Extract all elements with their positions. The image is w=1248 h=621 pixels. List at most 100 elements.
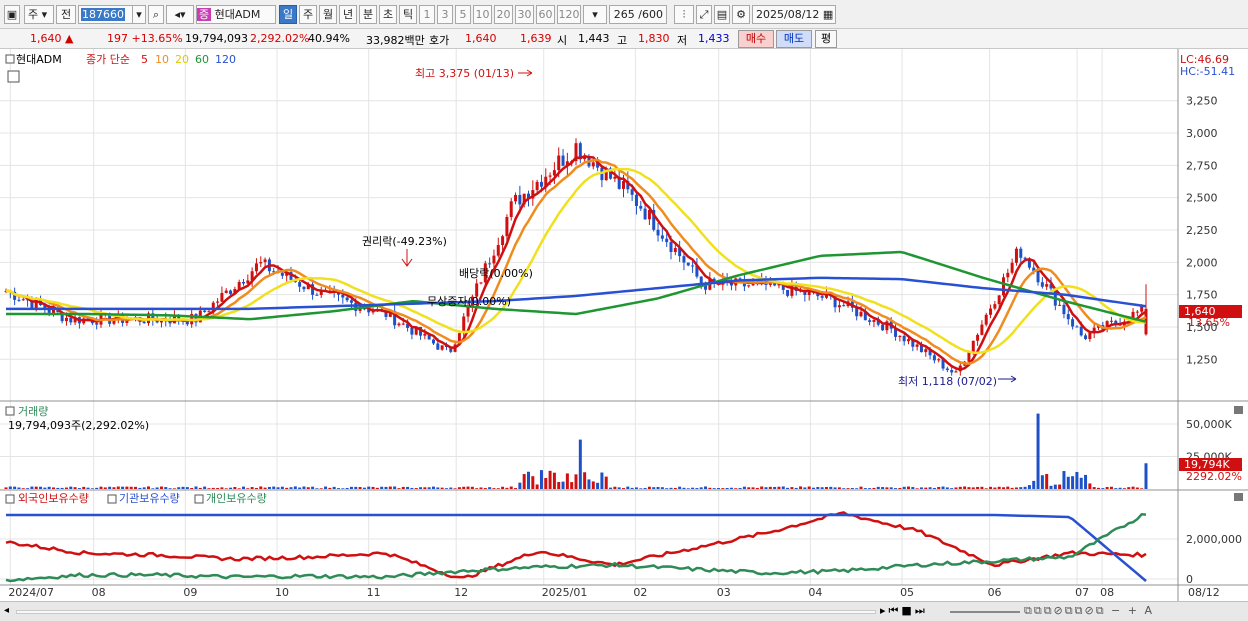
volume-bar [945,487,949,489]
x-tick-label: 04 [808,586,822,599]
volume-bar [863,488,867,489]
candle-body [501,236,505,246]
period-week-tab[interactable]: 주 [299,5,317,24]
volume-bar [384,486,388,489]
volume-bar [237,488,241,489]
open-price: 1,443 [578,32,610,45]
volume-bar [570,482,574,489]
x-tick-label: 2025/01 [542,586,588,599]
holdings-foreign-checkbox[interactable] [5,494,15,504]
interval-120[interactable]: 120 [557,5,581,24]
period-minute-tab[interactable]: 분 [359,5,377,24]
interval-5[interactable]: 5 [455,5,471,24]
chevron-down-icon[interactable]: ▾ [132,5,146,24]
candle-type-icon[interactable]: ⫶ [674,5,694,24]
calendar-icon[interactable]: ▦ [823,8,833,21]
range-button[interactable]: 전 [56,5,76,24]
candle-body [496,245,500,256]
volume-bar [643,488,647,489]
candle-body [1079,326,1083,336]
candle-body [859,311,863,317]
volume-bar [557,481,561,489]
volume-bar [211,487,215,489]
date-input[interactable]: 2025/08/12 ▦ [752,5,836,24]
scroll-left-icon[interactable]: ◂ [4,605,16,618]
holdings-inst-checkbox[interactable] [107,494,117,504]
horizontal-scrollbar[interactable] [16,610,876,614]
toolbar: ▣ 주 ▾ 전 187660 ▾ ⌕ ◂▾ 증 현대ADM 일 주 월 년 분 … [0,0,1248,29]
volume-bar [885,487,889,489]
volume-panel-checkbox[interactable] [5,406,15,416]
volume-bar [725,487,729,489]
volume-bar [125,486,129,489]
zoom-slider[interactable] [950,611,1020,613]
volume-bar [665,488,669,489]
buy-button[interactable]: 매수 [738,30,774,48]
volume-bar [250,487,254,489]
speaker-icon[interactable]: ◂▾ [166,5,194,24]
interval-dropdown[interactable]: ▾ [583,5,607,24]
sell-button[interactable]: 매도 [776,30,812,48]
panel-settings-icon[interactable] [7,70,20,83]
playback-controls[interactable]: ▸⏮■⏭ [880,604,928,618]
interval-1[interactable]: 1 [419,5,435,24]
volume-bar [1053,484,1057,489]
period-month-tab[interactable]: 월 [319,5,337,24]
candle-body [634,194,638,206]
holdings-close-icon[interactable] [1234,493,1243,501]
view-tools-icons[interactable]: ⧉⧉⧉⊘⧉⧉⊘⧉ − + A [1024,604,1154,618]
volume-bar [328,487,332,489]
volume-bar [876,486,880,489]
x-tick-label: 08/12 [1188,586,1220,599]
candle-body [669,242,673,253]
volume-bar [427,487,431,489]
volume-bar [1062,471,1066,489]
volume-bar [311,486,315,489]
count-input[interactable]: 265 /600 [609,5,667,24]
eval-button[interactable]: 평 [815,30,837,48]
volume-close-icon[interactable] [1234,406,1243,414]
stock-chart[interactable]: 1,2501,5001,7502,0002,2502,5002,7503,000… [0,49,1248,601]
volume-bar [190,487,194,489]
period-tick-tab[interactable]: 틱 [399,5,417,24]
stock-name-field[interactable]: 증 현대ADM [196,5,276,24]
interval-3[interactable]: 3 [437,5,453,24]
volume-bar [285,487,289,489]
volume-bar [678,486,682,489]
period-day-tab[interactable]: 일 [279,5,297,24]
candle-body [989,308,993,315]
candle-body [229,290,233,294]
period-second-tab[interactable]: 초 [379,5,397,24]
market-type-select[interactable]: 주 ▾ [24,5,54,24]
price-tick-label: 2,250 [1186,224,1218,237]
volume-bar [319,488,323,489]
volume-bar [932,487,936,489]
interval-30[interactable]: 30 [515,5,534,24]
price-panel-checkbox[interactable] [5,54,15,64]
candle-body [142,321,146,324]
candle-body [479,282,483,284]
candle-body [345,297,349,301]
volume-bar [997,486,1001,489]
volume-bar [695,488,699,489]
volume-bar [1092,487,1096,489]
search-icon[interactable]: ⌕ [148,5,164,24]
candle-body [423,333,427,336]
volume-bar [751,487,755,489]
volume-bar [617,487,621,489]
line-tool-icon[interactable]: ⤢ [696,5,712,24]
period-year-tab[interactable]: 년 [339,5,357,24]
volume-bar [177,487,181,489]
interval-20[interactable]: 20 [494,5,513,24]
candle-body [630,189,634,195]
interval-10[interactable]: 10 [473,5,492,24]
save-icon[interactable]: ▤ [714,5,730,24]
volume-bar [578,439,582,489]
gear-icon[interactable]: ⚙ [732,5,750,24]
volume-value-label: 19,794,093주(2,292.02%) [8,419,149,432]
volume-bar [686,488,690,489]
volume-bar [596,482,600,489]
holdings-indiv-checkbox[interactable] [194,494,204,504]
layout-icon[interactable]: ▣ [4,5,20,24]
interval-60[interactable]: 60 [536,5,555,24]
